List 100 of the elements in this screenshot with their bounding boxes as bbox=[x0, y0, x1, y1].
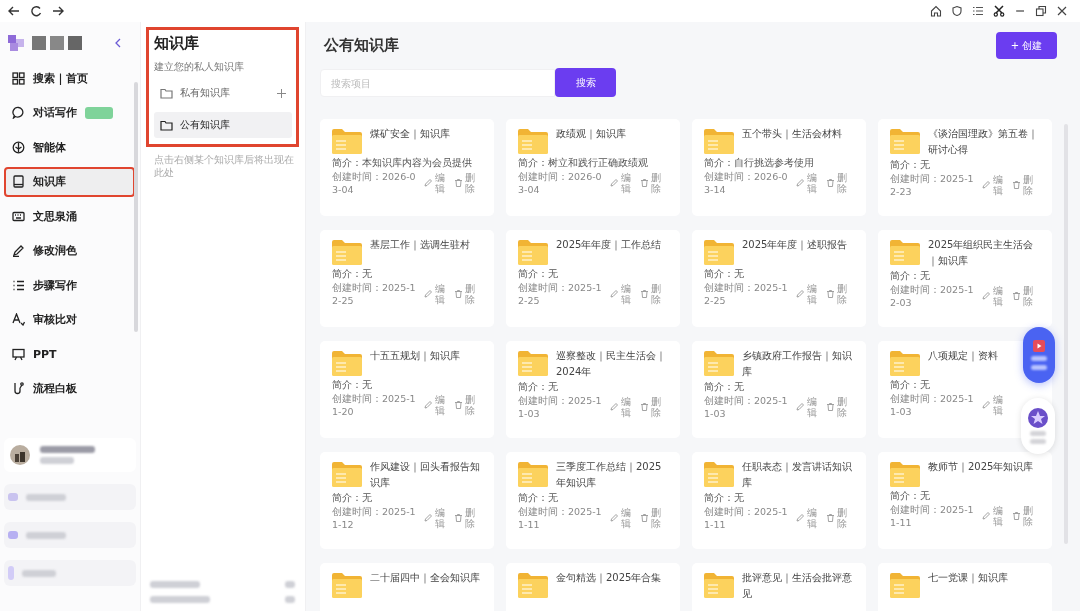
sidebar-item[interactable]: 智能体 bbox=[4, 132, 135, 162]
edit-button[interactable]: 编辑 bbox=[621, 283, 631, 305]
list-icon[interactable] bbox=[972, 5, 984, 17]
close-icon[interactable] bbox=[1056, 5, 1068, 17]
edit-button[interactable]: 编辑 bbox=[993, 285, 1003, 307]
edit-icon[interactable] bbox=[610, 403, 618, 411]
sidebar-item[interactable]: 审核比对 bbox=[4, 304, 135, 335]
delete-button[interactable]: 删除 bbox=[1023, 505, 1033, 527]
edit-icon[interactable] bbox=[424, 290, 432, 298]
knowledge-card[interactable]: 金句精选｜2025年合集 bbox=[506, 563, 680, 611]
edit-icon[interactable] bbox=[982, 292, 990, 300]
edit-button[interactable]: 编辑 bbox=[807, 396, 817, 418]
delete-button[interactable]: 删除 bbox=[465, 507, 475, 529]
shield-icon[interactable] bbox=[951, 5, 963, 17]
sidebar-item[interactable]: PPT bbox=[4, 339, 135, 369]
edit-button[interactable]: 编辑 bbox=[993, 505, 1003, 527]
blurred-menu-item[interactable] bbox=[4, 522, 136, 548]
knowledge-card[interactable]: 作风建设｜回头看报告知识库 简介：无 创建时间：2025-11-12 编辑 删除 bbox=[320, 452, 494, 549]
blurred-menu-item[interactable] bbox=[4, 560, 136, 586]
edit-button[interactable]: 编辑 bbox=[621, 396, 631, 418]
edit-icon[interactable] bbox=[982, 512, 990, 520]
delete-button[interactable]: 删除 bbox=[651, 396, 661, 418]
forward-icon[interactable] bbox=[52, 5, 64, 17]
edit-button[interactable]: 编辑 bbox=[993, 394, 1003, 416]
knowledge-card[interactable]: 七一党课｜知识库 bbox=[878, 563, 1052, 611]
edit-button[interactable]: 编辑 bbox=[621, 507, 631, 529]
user-card[interactable] bbox=[4, 438, 136, 472]
edit-icon[interactable] bbox=[796, 179, 804, 187]
delete-button[interactable]: 删除 bbox=[465, 283, 475, 305]
knowledge-card[interactable]: 基层工作｜选调生驻村 简介：无 创建时间：2025-12-25 编辑 删除 bbox=[320, 230, 494, 327]
knowledge-card[interactable]: 2025年组织民主生活会｜知识库 简介：无 创建时间：2025-12-03 编辑 删除 bbox=[878, 230, 1052, 327]
trash-icon[interactable] bbox=[455, 290, 462, 298]
scissors-icon[interactable] bbox=[993, 5, 1005, 17]
edit-button[interactable]: 编辑 bbox=[807, 507, 817, 529]
trash-icon[interactable] bbox=[827, 403, 834, 411]
folder-item[interactable]: 私有知识库 bbox=[154, 80, 292, 106]
edit-icon[interactable] bbox=[610, 179, 618, 187]
trash-icon[interactable] bbox=[641, 514, 648, 522]
trash-icon[interactable] bbox=[1013, 512, 1020, 520]
knowledge-card[interactable]: 批评意见｜生活会批评意见 bbox=[692, 563, 866, 611]
sidebar-item[interactable]: 对话写作 bbox=[4, 97, 135, 128]
edit-button[interactable]: 编辑 bbox=[993, 174, 1003, 196]
sidebar-item[interactable]: 搜索｜首页 bbox=[4, 63, 135, 93]
delete-button[interactable]: 删除 bbox=[837, 507, 847, 529]
search-button[interactable]: 搜索 bbox=[555, 68, 616, 97]
knowledge-card[interactable]: 煤矿安全｜知识库 简介：本知识库内容为会员提供 创建时间：2026-03-04 编辑 删除 bbox=[320, 119, 494, 216]
trash-icon[interactable] bbox=[827, 179, 834, 187]
knowledge-card[interactable]: 政绩观｜知识库 简介：树立和践行正确政绩观 创建时间：2026-03-04 编辑 删除 bbox=[506, 119, 680, 216]
knowledge-card[interactable]: 三季度工作总结｜2025年知识库 简介：无 创建时间：2025-11-11 编辑 删除 bbox=[506, 452, 680, 549]
edit-icon[interactable] bbox=[424, 514, 432, 522]
trash-icon[interactable] bbox=[455, 514, 462, 522]
knowledge-card[interactable]: 2025年年度｜述职报告 简介：无 创建时间：2025-12-25 编辑 删除 bbox=[692, 230, 866, 327]
knowledge-card[interactable]: 教师节｜2025年知识库 简介：无 创建时间：2025-11-11 编辑 删除 bbox=[878, 452, 1052, 549]
trash-icon[interactable] bbox=[827, 514, 834, 522]
search-field[interactable]: 搜索项目 bbox=[320, 69, 555, 97]
knowledge-card[interactable]: 十五五规划｜知识库 简介：无 创建时间：2025-11-20 编辑 删除 bbox=[320, 341, 494, 438]
edit-icon[interactable] bbox=[424, 179, 432, 187]
sidebar-item[interactable]: 流程白板 bbox=[4, 373, 135, 404]
edit-button[interactable]: 编辑 bbox=[435, 394, 445, 416]
trash-icon[interactable] bbox=[455, 401, 462, 409]
restore-icon[interactable] bbox=[1035, 5, 1047, 17]
edit-icon[interactable] bbox=[610, 514, 618, 522]
edit-icon[interactable] bbox=[796, 514, 804, 522]
collapse-icon[interactable] bbox=[114, 38, 122, 48]
delete-button[interactable]: 删除 bbox=[1023, 285, 1033, 307]
edit-icon[interactable] bbox=[982, 181, 990, 189]
delete-button[interactable]: 删除 bbox=[837, 172, 847, 194]
create-button[interactable]: + 创建 bbox=[996, 32, 1057, 59]
knowledge-card[interactable]: 《谈治国理政》第五卷｜研讨心得 简介：无 创建时间：2025-12-23 编辑 删除 bbox=[878, 119, 1052, 216]
delete-button[interactable]: 删除 bbox=[651, 283, 661, 305]
knowledge-card[interactable]: 二十届四中｜全会知识库 bbox=[320, 563, 494, 611]
sidebar-item[interactable]: 步骤写作 bbox=[4, 270, 135, 300]
back-icon[interactable] bbox=[8, 5, 20, 17]
edit-icon[interactable] bbox=[424, 401, 432, 409]
trash-icon[interactable] bbox=[1013, 181, 1020, 189]
sidebar-item[interactable]: 文思泉涌 bbox=[4, 201, 135, 231]
edit-icon[interactable] bbox=[796, 403, 804, 411]
edit-icon[interactable] bbox=[982, 401, 990, 409]
edit-icon[interactable] bbox=[610, 290, 618, 298]
trash-icon[interactable] bbox=[641, 179, 648, 187]
delete-button[interactable]: 删除 bbox=[465, 394, 475, 416]
delete-button[interactable]: 删除 bbox=[465, 172, 475, 194]
refresh-icon[interactable] bbox=[30, 5, 42, 17]
sidebar-item[interactable]: 知识库 bbox=[4, 166, 135, 197]
knowledge-card[interactable]: 任职表态｜发言讲话知识库 简介：无 创建时间：2025-11-11 编辑 删除 bbox=[692, 452, 866, 549]
delete-button[interactable]: 删除 bbox=[837, 283, 847, 305]
edit-button[interactable]: 编辑 bbox=[807, 283, 817, 305]
blurred-menu-item[interactable] bbox=[4, 484, 136, 510]
delete-button[interactable]: 删除 bbox=[837, 396, 847, 418]
trash-icon[interactable] bbox=[455, 179, 462, 187]
delete-button[interactable]: 删除 bbox=[1023, 174, 1033, 196]
knowledge-card[interactable]: 五个带头｜生活会材料 简介：自行挑选参考使用 创建时间：2026-03-14 编辑 删除 bbox=[692, 119, 866, 216]
edit-icon[interactable] bbox=[796, 290, 804, 298]
trash-icon[interactable] bbox=[641, 403, 648, 411]
knowledge-card[interactable]: 巡察整改｜民主生活会｜2024年 简介：无 创建时间：2025-11-03 编辑 删除 bbox=[506, 341, 680, 438]
trash-icon[interactable] bbox=[1013, 292, 1020, 300]
floating-tool-button[interactable] bbox=[1023, 327, 1055, 383]
edit-button[interactable]: 编辑 bbox=[435, 172, 445, 194]
edit-button[interactable]: 编辑 bbox=[435, 283, 445, 305]
edit-button[interactable]: 编辑 bbox=[807, 172, 817, 194]
